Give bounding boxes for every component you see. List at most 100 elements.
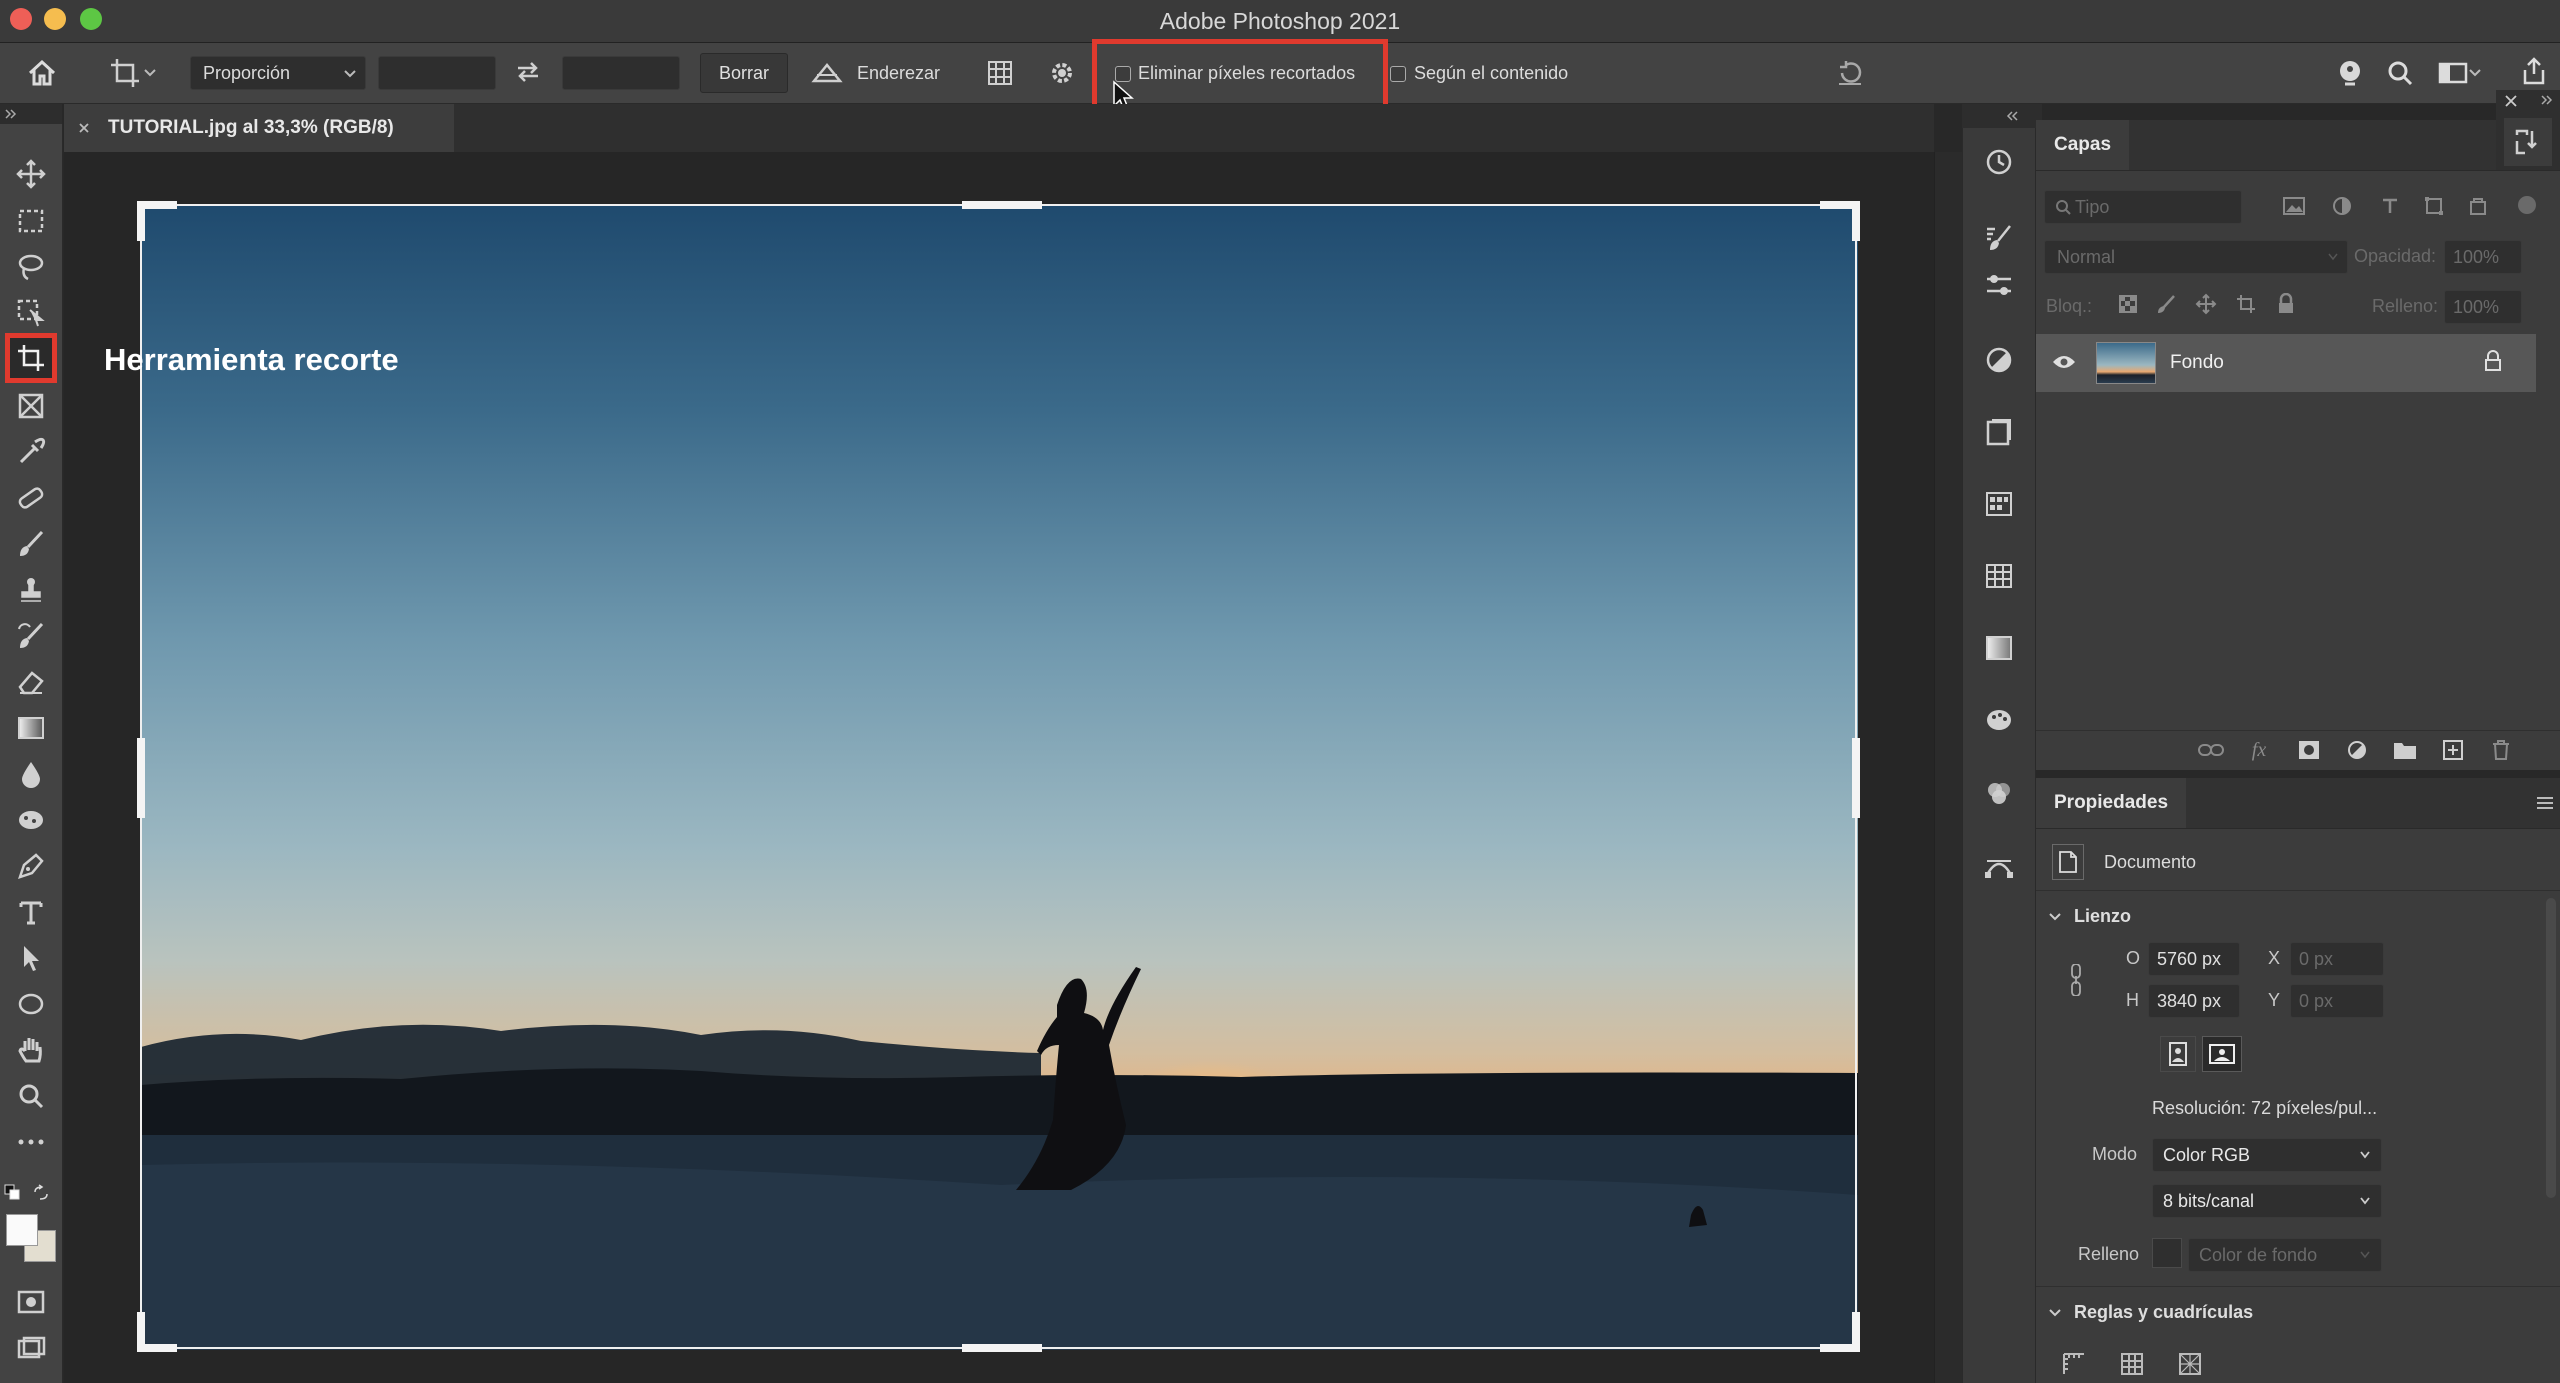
channels-icon[interactable] [1977, 772, 2021, 816]
link-dimensions-icon[interactable] [2068, 964, 2084, 996]
rulers-grids-section-title[interactable]: Reglas y cuadrículas [2074, 1302, 2253, 1323]
more-tools-icon[interactable] [10, 1122, 52, 1162]
straighten-label[interactable]: Enderezar [857, 63, 940, 84]
crop-height-input[interactable] [562, 56, 680, 90]
home-icon[interactable] [22, 53, 62, 93]
guides-icon[interactable] [2174, 1348, 2206, 1380]
lasso-tool-icon[interactable] [10, 247, 52, 287]
link-layers-icon[interactable] [2196, 735, 2226, 765]
brush-settings-icon[interactable] [1977, 216, 2021, 260]
frame-tool-icon[interactable] [10, 386, 52, 426]
filter-toggle[interactable] [2518, 196, 2536, 214]
foreground-color-swatch[interactable] [6, 1214, 38, 1246]
lock-transparency-icon[interactable] [2114, 290, 2142, 318]
swap-dimensions-icon[interactable] [508, 56, 548, 88]
clear-button[interactable]: Borrar [700, 53, 788, 93]
grid-icon[interactable] [2116, 1348, 2148, 1380]
lock-artboard-icon[interactable] [2232, 290, 2260, 318]
height-input[interactable]: 3840 px [2148, 984, 2240, 1018]
content-aware-checkbox[interactable] [1390, 66, 1406, 82]
color-palette-icon[interactable] [1977, 698, 2021, 742]
filter-pixel-icon[interactable] [2280, 192, 2308, 220]
object-selection-tool-icon[interactable] [10, 293, 52, 333]
zoom-tool-icon[interactable] [10, 1076, 52, 1116]
close-panel-icon[interactable] [2504, 94, 2518, 108]
workspace-switcher[interactable] [2432, 53, 2488, 93]
canvas-vertical-scrollbar[interactable] [1934, 152, 1963, 1383]
marquee-tool-icon[interactable] [10, 201, 52, 241]
overlay-grid-icon[interactable] [980, 53, 1020, 93]
gear-icon[interactable] [1042, 53, 1082, 93]
adjustments-sliders-icon[interactable] [1977, 264, 2021, 308]
type-tool-icon[interactable] [10, 892, 52, 932]
crop-handle-right[interactable] [1852, 738, 1860, 818]
rulers-icon[interactable] [2058, 1348, 2090, 1380]
properties-scrollbar[interactable] [2546, 898, 2556, 1198]
panel-menu-icon[interactable] [2536, 796, 2554, 810]
filter-smart-object-icon[interactable] [2464, 192, 2492, 220]
straighten-icon[interactable] [808, 55, 846, 89]
search-icon[interactable] [2380, 53, 2420, 93]
eraser-tool-icon[interactable] [10, 662, 52, 702]
swatches-icon[interactable] [1977, 482, 2021, 526]
ratio-select[interactable]: Proporción [190, 56, 366, 90]
history-brush-tool-icon[interactable] [10, 616, 52, 656]
filter-shape-icon[interactable] [2420, 192, 2448, 220]
gradient-tool-icon[interactable] [10, 708, 52, 748]
landscape-orientation-icon[interactable] [2202, 1036, 2242, 1072]
move-tool-icon[interactable] [10, 154, 52, 194]
blend-mode-select[interactable]: Normal [2044, 240, 2348, 274]
adjustments-icon[interactable] [1977, 338, 2021, 382]
libraries-icon[interactable] [1977, 410, 2021, 454]
gradients-icon[interactable] [1977, 626, 2021, 670]
opacity-input[interactable]: 100% [2444, 240, 2522, 274]
quick-mask-icon[interactable] [10, 1282, 52, 1322]
close-tab-icon[interactable] [78, 122, 90, 134]
eye-icon[interactable] [2052, 354, 2076, 370]
blur-tool-icon[interactable] [10, 754, 52, 794]
tool-presets-icon[interactable] [2504, 118, 2552, 166]
crop-handle-top[interactable] [962, 201, 1042, 209]
lock-all-icon[interactable] [2272, 290, 2300, 318]
layer-effects-icon[interactable]: fx [2244, 735, 2274, 765]
layer-name[interactable]: Fondo [2170, 352, 2224, 374]
layers-tab[interactable]: Capas [2036, 120, 2130, 170]
layer-row[interactable]: Fondo [2036, 334, 2536, 392]
new-layer-icon[interactable] [2438, 735, 2468, 765]
canvas-fill-select[interactable]: Color de fondo [2188, 1238, 2382, 1272]
color-mode-select[interactable]: Color RGB [2152, 1138, 2382, 1172]
swap-colors-icon[interactable] [32, 1184, 50, 1202]
x-input[interactable]: 0 px [2290, 942, 2384, 976]
expand-icon[interactable] [4, 108, 18, 120]
bit-depth-select[interactable]: 8 bits/canal [2152, 1184, 2382, 1218]
crop-tool-preset-picker[interactable] [98, 55, 168, 91]
crop-handle-bottom[interactable] [962, 1344, 1042, 1352]
crop-handle-left[interactable] [137, 738, 145, 818]
learn-icon[interactable] [2330, 53, 2370, 93]
filter-adjustment-icon[interactable] [2328, 192, 2356, 220]
healing-brush-tool-icon[interactable] [10, 478, 52, 518]
screen-mode-icon[interactable] [10, 1328, 52, 1368]
new-adjustment-layer-icon[interactable] [2342, 735, 2372, 765]
portrait-orientation-icon[interactable] [2160, 1036, 2196, 1072]
y-input[interactable]: 0 px [2290, 984, 2384, 1018]
layer-filter-select[interactable]: Tipo [2044, 190, 2242, 224]
lock-pixels-icon[interactable] [2152, 290, 2180, 318]
reset-crop-icon[interactable] [1830, 53, 1870, 93]
history-icon[interactable] [1977, 140, 2021, 184]
width-input[interactable]: 5760 px [2148, 942, 2240, 976]
fill-input[interactable]: 100% [2444, 290, 2522, 324]
canvas-fill-swatch[interactable] [2152, 1238, 2182, 1268]
add-mask-icon[interactable] [2294, 735, 2324, 765]
properties-tab[interactable]: Propiedades [2036, 778, 2187, 828]
chevron-down-icon[interactable] [2048, 1308, 2062, 1318]
expand-icon[interactable] [2540, 94, 2554, 106]
new-group-icon[interactable] [2390, 735, 2420, 765]
ellipse-tool-icon[interactable] [10, 984, 52, 1024]
sponge-tool-icon[interactable] [10, 800, 52, 840]
delete-layer-icon[interactable] [2486, 735, 2516, 765]
pen-tool-icon[interactable] [10, 846, 52, 886]
default-colors-icon[interactable] [4, 1184, 20, 1200]
hand-tool-icon[interactable] [10, 1030, 52, 1070]
patterns-icon[interactable] [1977, 554, 2021, 598]
